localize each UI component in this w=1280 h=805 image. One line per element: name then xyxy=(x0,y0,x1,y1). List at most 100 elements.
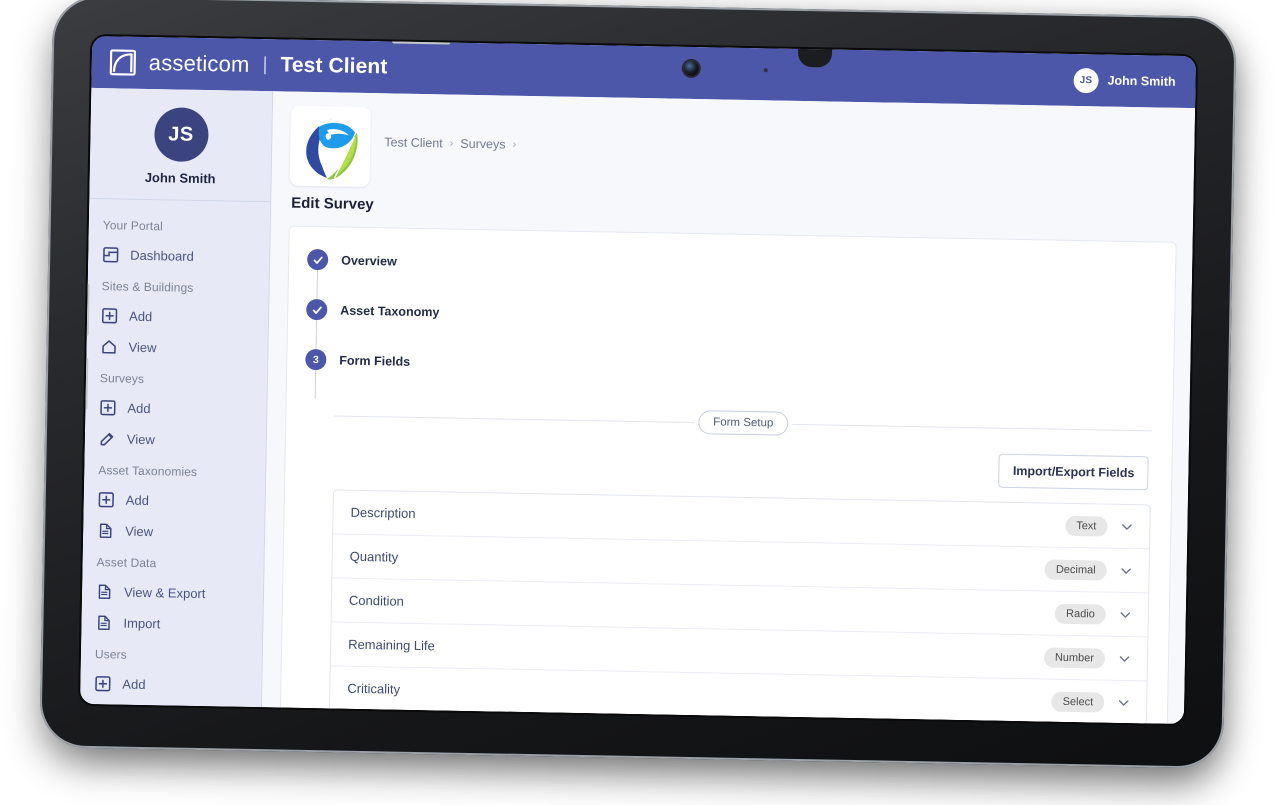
sidebar-item-asset-taxonomies-view[interactable]: View xyxy=(83,515,265,549)
sidebar-item-label: Import xyxy=(123,615,161,632)
app-body: JS John Smith Your Portal Dashboard Sites … xyxy=(80,87,1196,725)
client-leaf-bird-logo xyxy=(289,105,371,188)
wizard-step-connector xyxy=(316,270,318,300)
tablet-device-frame: asseticom | Test Client JS John Smith JS xyxy=(39,0,1237,769)
ambient-sensor-icon xyxy=(763,68,768,73)
document-icon xyxy=(99,523,112,539)
sidebar-item-asset-data-view-export[interactable]: View & Export xyxy=(82,576,264,610)
breadcrumb: Test Client › Surveys › xyxy=(384,107,517,151)
form-field-type-badge: Text xyxy=(1065,515,1108,537)
sidebar-item-label: View & Export xyxy=(123,584,206,602)
check-icon xyxy=(312,306,322,314)
header-user-menu[interactable]: JS John Smith xyxy=(1073,67,1176,94)
divider-line-right xyxy=(792,423,1153,431)
plus-square-icon xyxy=(95,676,111,692)
sidebar-item-label: View xyxy=(126,431,155,448)
breadcrumb-item-client[interactable]: Test Client xyxy=(384,135,443,150)
form-field-type-badge: Number xyxy=(1043,646,1106,669)
wizard-step-label: Form Fields xyxy=(339,353,411,369)
wizard-step-overview[interactable]: Overview xyxy=(306,248,1155,286)
sidebar-nav: Your Portal Dashboard Sites & Buildings Add… xyxy=(80,199,270,707)
sidebar-item-label: View xyxy=(125,523,154,540)
sidebar-item-label: View xyxy=(128,339,157,356)
sidebar-avatar: JS xyxy=(153,107,209,163)
form-fields-list: Description Text Quantity Decimal Condition R… xyxy=(327,489,1151,725)
form-setup-section: Form Setup Import/Export Fields Descript… xyxy=(327,403,1153,725)
sidebar-item-label: Add xyxy=(125,492,150,509)
document-icon xyxy=(98,615,110,631)
form-field-name: Description xyxy=(350,504,416,521)
header-user-name: John Smith xyxy=(1107,73,1176,89)
user-scan-icon xyxy=(94,706,111,707)
import-export-row: Import/Export Fields xyxy=(333,441,1151,491)
chevron-down-icon[interactable] xyxy=(1119,608,1132,621)
form-field-type-badge: Radio xyxy=(1054,603,1107,625)
chevron-down-icon[interactable] xyxy=(1118,652,1131,665)
sidebar-item-label: Add xyxy=(127,400,151,417)
sidebar-item-sites-buildings-view[interactable]: View xyxy=(86,331,268,365)
sidebar-group-label: Users xyxy=(94,647,127,662)
form-field-controls: Radio xyxy=(1054,603,1132,625)
form-field-controls: Decimal xyxy=(1044,558,1133,581)
form-field-type-badge: Select xyxy=(1051,691,1105,713)
form-field-controls: Number xyxy=(1043,646,1131,669)
wizard-step-asset-taxonomy[interactable]: Asset Taxonomy xyxy=(306,298,1154,336)
step-number-badge: 3 xyxy=(305,348,327,371)
sidebar-group-label: Your Portal xyxy=(102,218,163,234)
dashboard-icon xyxy=(103,247,119,263)
plus-square-icon xyxy=(98,492,114,508)
sidebar-item-surveys-view[interactable]: View xyxy=(85,423,267,457)
sidebar-group-label: Sites & Buildings xyxy=(101,279,194,295)
edit-pencil-icon xyxy=(100,432,114,446)
wizard-stepper: Overview Asset Taxonomy 3 Form Fields xyxy=(305,248,1156,415)
form-field-controls: Text xyxy=(1065,515,1134,537)
chevron-down-icon[interactable] xyxy=(1117,696,1130,709)
sidebar-group-label: Surveys xyxy=(99,371,145,386)
brand-area[interactable]: asseticom | Test Client xyxy=(109,49,388,80)
form-field-name: Quantity xyxy=(349,548,399,565)
page-title: Edit Survey xyxy=(291,194,374,214)
sidebar-item-surveys-add[interactable]: Add xyxy=(85,392,267,426)
chevron-down-icon[interactable] xyxy=(1120,520,1133,533)
wizard-step-connector xyxy=(314,370,317,400)
avatar: JS xyxy=(1073,67,1099,93)
step-complete-badge xyxy=(306,298,328,321)
document-icon xyxy=(98,584,111,600)
tablet-screen: asseticom | Test Client JS John Smith JS xyxy=(80,35,1197,725)
sidebar: JS John Smith Your Portal Dashboard Sites … xyxy=(80,87,274,708)
sidebar-profile[interactable]: JS John Smith xyxy=(89,87,273,203)
sidebar-group-label: Asset Taxonomies xyxy=(98,463,198,479)
plus-square-icon xyxy=(100,400,116,416)
form-setup-pill: Form Setup xyxy=(698,410,789,436)
wizard-step-connector xyxy=(315,320,318,350)
asseticom-mark-icon xyxy=(109,49,137,76)
step-complete-badge xyxy=(306,248,329,271)
sidebar-item-label: Add xyxy=(122,676,146,693)
sidebar-item-sites-buildings-add[interactable]: Add xyxy=(87,300,269,334)
sidebar-item-asset-data-import[interactable]: Import xyxy=(81,607,263,641)
form-field-controls: Select xyxy=(1051,691,1130,713)
chevron-right-icon: › xyxy=(449,137,454,150)
sidebar-group-label: Asset Data xyxy=(96,555,157,571)
home-icon xyxy=(102,340,116,354)
sidebar-item-users-add[interactable]: Add xyxy=(80,668,262,702)
brand-name: asseticom xyxy=(148,49,250,77)
client-name: Test Client xyxy=(280,53,388,79)
form-field-name: Criticality xyxy=(347,680,401,697)
breadcrumb-item-surveys[interactable]: Surveys xyxy=(460,137,505,152)
sidebar-item-label: Dashboard xyxy=(130,247,194,264)
sidebar-item-asset-taxonomies-add[interactable]: Add xyxy=(83,484,265,518)
check-icon xyxy=(313,256,323,264)
form-field-type-badge: Decimal xyxy=(1044,558,1107,581)
page-header: Test Client › Surveys › xyxy=(289,105,1179,202)
chevron-right-icon: › xyxy=(512,138,517,151)
import-export-fields-button[interactable]: Import/Export Fields xyxy=(998,453,1149,491)
divider-line-left xyxy=(334,414,695,423)
wizard-step-form-fields[interactable]: 3 Form Fields xyxy=(305,348,1153,386)
edit-survey-card: Overview Asset Taxonomy 3 Form Fields Form … xyxy=(278,225,1177,725)
brand-separator: | xyxy=(262,54,268,76)
wizard-step-label: Overview xyxy=(341,253,397,269)
sidebar-item-your-portal-dashboard[interactable]: Dashboard xyxy=(88,239,270,273)
sidebar-user-name: John Smith xyxy=(144,169,216,187)
chevron-down-icon[interactable] xyxy=(1120,564,1133,577)
